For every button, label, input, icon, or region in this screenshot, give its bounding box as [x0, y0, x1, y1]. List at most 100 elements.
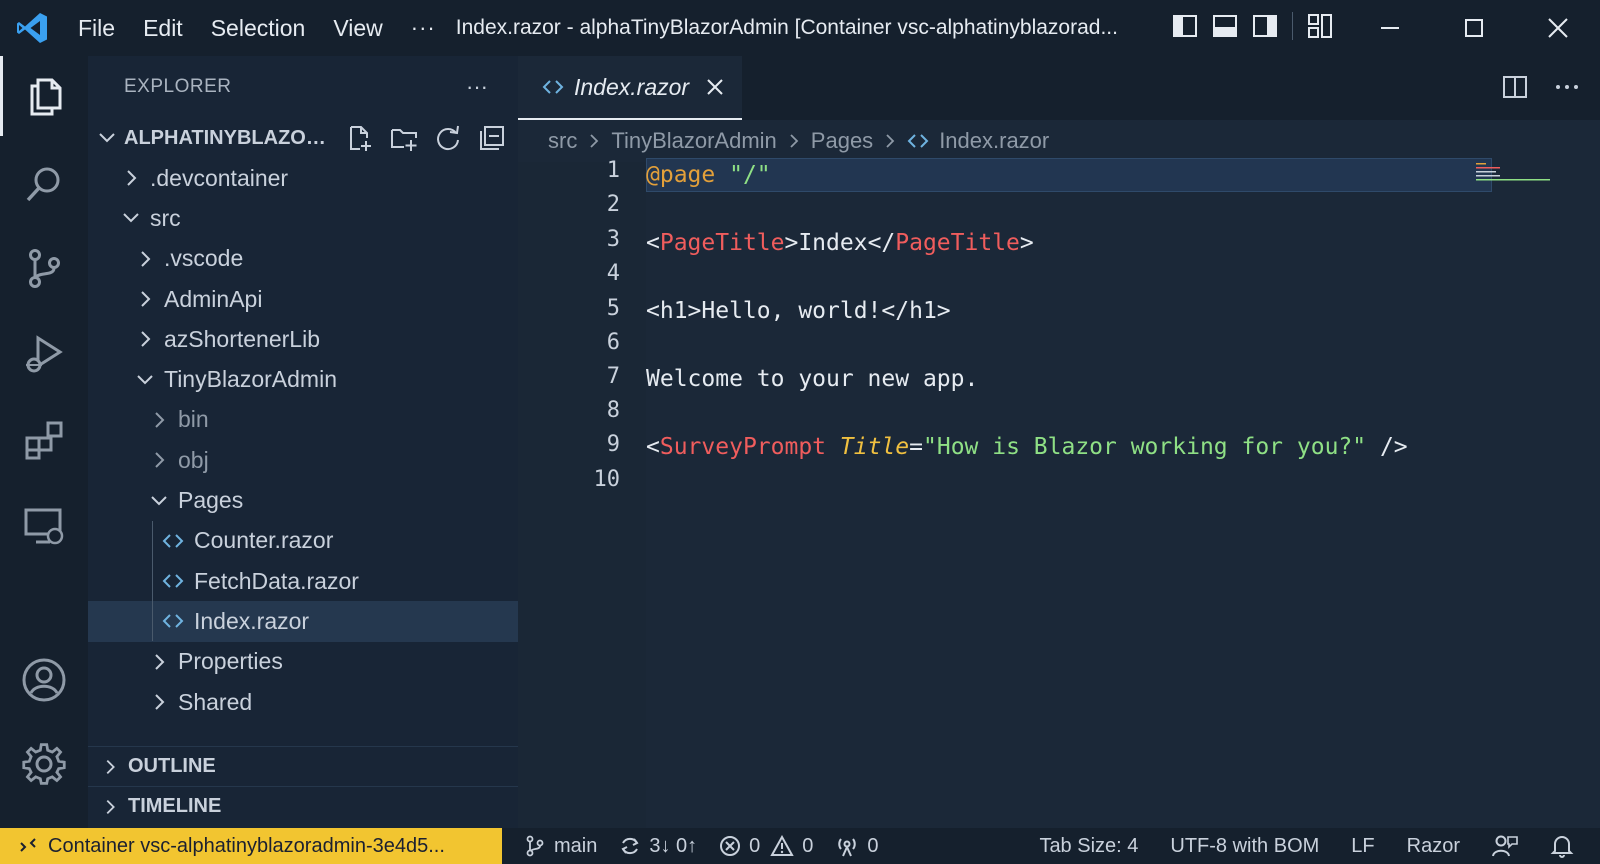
menu-selection[interactable]: Selection	[197, 0, 320, 56]
explorer-title: EXPLORER	[124, 76, 232, 97]
ports-indicator[interactable]: 0	[835, 834, 879, 858]
menu-file[interactable]: File	[64, 0, 129, 56]
maximize-icon[interactable]	[1432, 0, 1516, 56]
remote-icon	[20, 838, 36, 852]
explorer-icon[interactable]	[0, 56, 88, 136]
razor-file-icon	[162, 614, 184, 629]
minimap[interactable]	[1476, 162, 1556, 192]
sync-indicator[interactable]: 3↓ 0↑	[619, 835, 697, 858]
tree-item-fetchdata-razor[interactable]: FetchData.razor	[88, 560, 518, 601]
tree-item-adminapi[interactable]: AdminApi	[88, 279, 518, 319]
search-icon[interactable]	[0, 144, 88, 224]
warning-count: 0	[802, 834, 814, 857]
close-icon[interactable]	[705, 77, 725, 97]
explorer-more-icon[interactable]: ···	[466, 74, 488, 100]
language-mode[interactable]: Razor	[1407, 835, 1460, 858]
menu-edit[interactable]: Edit	[129, 0, 197, 56]
chevron-right-icon	[590, 134, 599, 148]
line-number: 6	[606, 330, 620, 355]
tree-item-properties[interactable]: Properties	[88, 642, 518, 682]
encoding[interactable]: UTF-8 with BOM	[1170, 835, 1319, 858]
tree-item-vscode[interactable]: .vscode	[88, 239, 518, 279]
code-punct: <	[646, 230, 660, 256]
menu-more-icon[interactable]: ···	[397, 15, 450, 41]
tree-item-index-razor[interactable]: Index.razor	[88, 601, 518, 642]
collapse-all-icon[interactable]	[478, 124, 506, 152]
accounts-icon[interactable]	[0, 640, 88, 720]
code-tag: PageTitle	[895, 230, 1020, 256]
tree-item-label: .vscode	[164, 245, 244, 272]
toggle-panel-icon[interactable]	[1212, 13, 1238, 39]
breadcrumb-pages[interactable]: Pages	[811, 128, 873, 154]
code-line-5: <h1>Hello, world!</h1>	[646, 298, 951, 324]
remote-explorer-icon[interactable]	[0, 486, 88, 566]
ports-count: 0	[867, 834, 879, 857]
chevron-right-icon	[141, 331, 151, 348]
new-file-icon[interactable]	[346, 124, 374, 152]
run-debug-icon[interactable]	[0, 314, 88, 394]
code-line-7: Welcome to your new app.	[646, 366, 979, 392]
end-of-line[interactable]: LF	[1351, 835, 1374, 858]
notifications-bell-icon[interactable]	[1550, 834, 1574, 858]
tree-item-shared[interactable]: Shared	[88, 682, 518, 722]
tree-item-bin[interactable]: bin	[88, 400, 518, 440]
new-folder-icon[interactable]	[390, 124, 418, 152]
breadcrumb-index-razor[interactable]: Index.razor	[939, 128, 1049, 154]
tree-item-label: Pages	[178, 487, 244, 514]
toggle-primary-sidebar-icon[interactable]	[1172, 13, 1198, 39]
feedback-icon[interactable]	[1492, 834, 1518, 858]
line-number-gutter: 1 2 3 4 5 6 7 8 9 10	[518, 158, 646, 828]
tree-item-wwwroot[interactable]: wwwroot	[88, 722, 518, 728]
tree-item-src[interactable]: src	[88, 198, 518, 238]
split-editor-icon[interactable]	[1502, 74, 1528, 100]
menu-view[interactable]: View	[319, 0, 396, 56]
code-tag: SurveyPrompt	[659, 434, 827, 460]
remote-label: Container vsc-alphatinyblazoradmin-3e4d5…	[48, 834, 445, 857]
chevron-right-icon	[155, 412, 165, 428]
indent-guide	[152, 601, 153, 642]
code-line-1: @page "/"	[646, 158, 771, 192]
tree-item-pages[interactable]: Pages	[88, 480, 518, 520]
code-punct: />	[1366, 434, 1408, 460]
timeline-section-header[interactable]: TIMELINE	[88, 786, 518, 826]
code-attribute: Title	[839, 434, 910, 460]
code-editor[interactable]: 1 2 3 4 5 6 7 8 9 10 @page "/" < PageTitl…	[518, 158, 1600, 828]
tree-item-label: Counter.razor	[194, 527, 334, 554]
remote-indicator[interactable]: Container vsc-alphatinyblazoradmin-3e4d5…	[0, 828, 502, 864]
window-title: Index.razor - alphaTinyBlazorAdmin [Cont…	[455, 16, 1118, 39]
editor-actions	[1502, 74, 1580, 100]
settings-gear-icon[interactable]	[0, 724, 88, 804]
workspace-folder-header[interactable]: ALPHATINYBLAZOR...	[88, 118, 518, 158]
branch-indicator[interactable]: main	[524, 835, 597, 858]
extensions-icon[interactable]	[0, 400, 88, 480]
more-actions-icon[interactable]	[1554, 74, 1580, 100]
tab-size[interactable]: Tab Size: 4	[1039, 835, 1138, 858]
code-text: >Index</	[784, 230, 896, 256]
problems-indicator[interactable]: 0 0	[719, 835, 813, 858]
tree-item-obj[interactable]: obj	[88, 440, 518, 480]
line-number: 10	[593, 467, 621, 492]
line-number: 2	[606, 192, 620, 217]
tree-item-counter-razor[interactable]: Counter.razor	[88, 520, 518, 561]
toggle-secondary-sidebar-icon[interactable]	[1252, 13, 1278, 39]
customize-layout-icon[interactable]	[1307, 13, 1333, 39]
tab-label: Index.razor	[574, 73, 690, 100]
chevron-right-icon	[141, 251, 151, 267]
minimize-icon[interactable]	[1348, 0, 1432, 56]
tree-item-tinyblazoradmin[interactable]: TinyBlazorAdmin	[88, 359, 518, 399]
branch-name: main	[554, 834, 598, 857]
refresh-icon[interactable]	[434, 124, 462, 152]
tree-item-azshortenerlib[interactable]: azShortenerLib	[88, 319, 518, 359]
breadcrumb: src TinyBlazorAdmin Pages Index.razor	[518, 120, 1600, 162]
source-control-icon[interactable]	[0, 228, 88, 308]
breadcrumb-tinyblazoradmin[interactable]: TinyBlazorAdmin	[611, 128, 776, 154]
outline-section-header[interactable]: OUTLINE	[88, 746, 518, 786]
tab-index-razor[interactable]: Index.razor	[518, 56, 742, 120]
tree-item-devcontainer[interactable]: .devcontainer	[88, 158, 518, 198]
file-tree: .devcontainer src .vscode AdminApi azSho…	[88, 158, 518, 728]
tree-item-label: src	[150, 204, 181, 231]
close-window-icon[interactable]	[1516, 0, 1600, 56]
menu-bar: File Edit Selection View ···	[64, 0, 450, 56]
vscode-logo-icon	[0, 0, 64, 56]
breadcrumb-src[interactable]: src	[548, 128, 577, 154]
